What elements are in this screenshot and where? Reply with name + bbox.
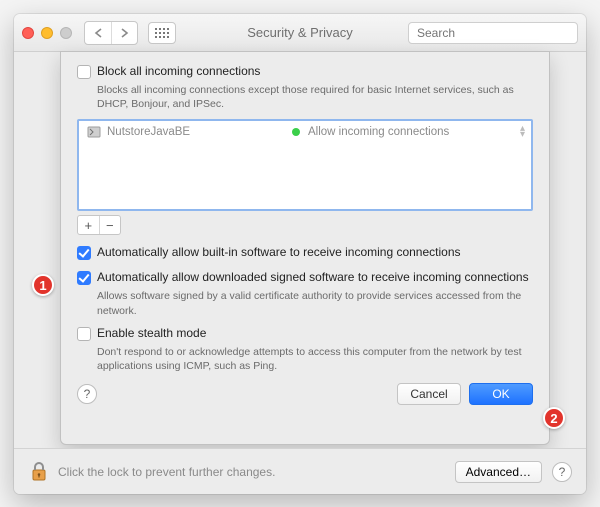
advanced-button[interactable]: Advanced… (455, 461, 542, 483)
annotation-badge-1: 1 (32, 274, 54, 296)
auto-builtin-checkbox[interactable] (77, 246, 91, 260)
auto-signed-desc: Allows software signed by a valid certif… (97, 289, 533, 317)
prefs-window: Security & Privacy Block all incoming co… (14, 14, 586, 494)
block-all-label: Block all incoming connections (97, 64, 260, 78)
auto-builtin-label: Automatically allow built-in software to… (97, 245, 461, 259)
window-controls (22, 27, 72, 39)
footer-help-button[interactable]: ? (552, 462, 572, 482)
remove-button[interactable]: − (99, 216, 121, 234)
show-all-button[interactable] (148, 22, 176, 44)
app-name: NutstoreJavaBE (107, 126, 292, 138)
auto-signed-checkbox[interactable] (77, 271, 91, 285)
content-area: Block all incoming connections Blocks al… (14, 52, 586, 494)
ok-button[interactable]: OK (469, 383, 533, 405)
add-remove-segment: + − (77, 215, 121, 235)
back-button[interactable] (85, 22, 111, 44)
status-dropdown-icon[interactable]: ▴▾ (520, 126, 523, 138)
stealth-desc: Don't respond to or acknowledge attempts… (97, 345, 533, 373)
grid-icon (155, 28, 169, 38)
block-all-checkbox[interactable] (77, 65, 91, 79)
status-dot-icon (292, 128, 300, 136)
app-list[interactable]: NutstoreJavaBE Allow incoming connection… (77, 119, 533, 211)
footer-bar: Click the lock to prevent further change… (14, 448, 586, 494)
app-list-row[interactable]: NutstoreJavaBE Allow incoming connection… (79, 121, 531, 143)
block-all-desc: Blocks all incoming connections except t… (97, 83, 533, 111)
close-window-icon[interactable] (22, 27, 34, 39)
annotation-badge-2: 2 (543, 407, 565, 429)
minimize-window-icon[interactable] (41, 27, 53, 39)
lock-text: Click the lock to prevent further change… (58, 465, 445, 479)
add-button[interactable]: + (78, 216, 99, 234)
app-icon (87, 125, 101, 139)
titlebar: Security & Privacy (14, 14, 586, 52)
zoom-window-icon (60, 27, 72, 39)
stealth-label: Enable stealth mode (97, 326, 206, 340)
search-field-wrap[interactable] (408, 22, 578, 44)
stealth-checkbox[interactable] (77, 327, 91, 341)
forward-button[interactable] (111, 22, 137, 44)
search-input[interactable] (415, 25, 574, 41)
sheet-help-button[interactable]: ? (77, 384, 97, 404)
nav-back-forward (84, 21, 138, 45)
auto-signed-label: Automatically allow downloaded signed so… (97, 270, 529, 284)
app-status: Allow incoming connections (308, 126, 520, 138)
lock-icon[interactable] (30, 461, 48, 483)
firewall-options-sheet: Block all incoming connections Blocks al… (60, 51, 550, 445)
cancel-button[interactable]: Cancel (397, 383, 461, 405)
